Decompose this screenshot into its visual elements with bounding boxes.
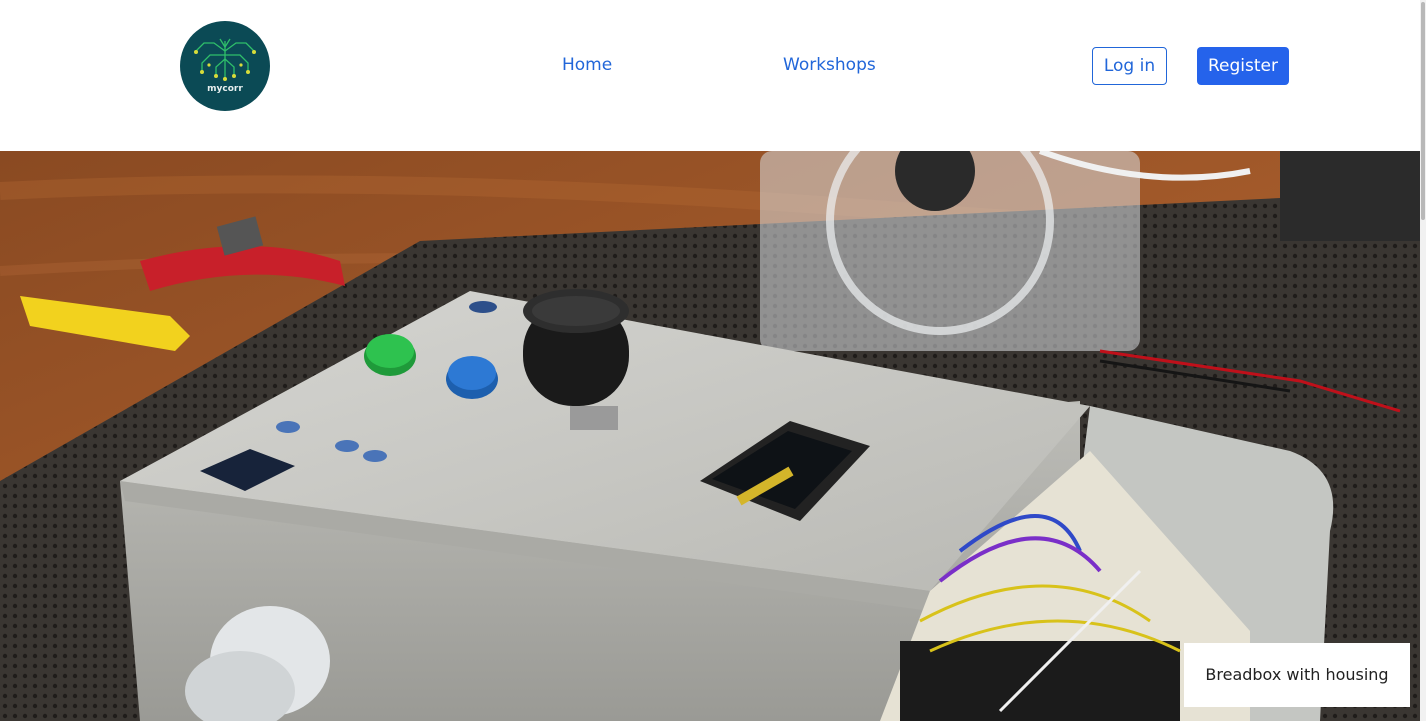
login-button[interactable]: Log in bbox=[1092, 47, 1167, 85]
hero-photo bbox=[0, 151, 1420, 721]
register-button[interactable]: Register bbox=[1197, 47, 1289, 85]
logo[interactable]: mycorr bbox=[180, 21, 270, 111]
page-scrollbar[interactable] bbox=[1420, 0, 1426, 721]
scrollbar-thumb[interactable] bbox=[1421, 2, 1425, 220]
page: mycorr Home Workshops Log in Register Br… bbox=[0, 0, 1426, 721]
logo-text: mycorr bbox=[207, 84, 243, 94]
logo-tree-icon: mycorr bbox=[194, 38, 256, 94]
site-header: mycorr Home Workshops Log in Register bbox=[0, 0, 1420, 151]
hero-caption: Breadbox with housing bbox=[1184, 643, 1410, 707]
nav-home[interactable]: Home bbox=[562, 54, 612, 76]
nav-workshops[interactable]: Workshops bbox=[783, 54, 876, 76]
hero-image: Breadbox with housing bbox=[0, 151, 1420, 721]
